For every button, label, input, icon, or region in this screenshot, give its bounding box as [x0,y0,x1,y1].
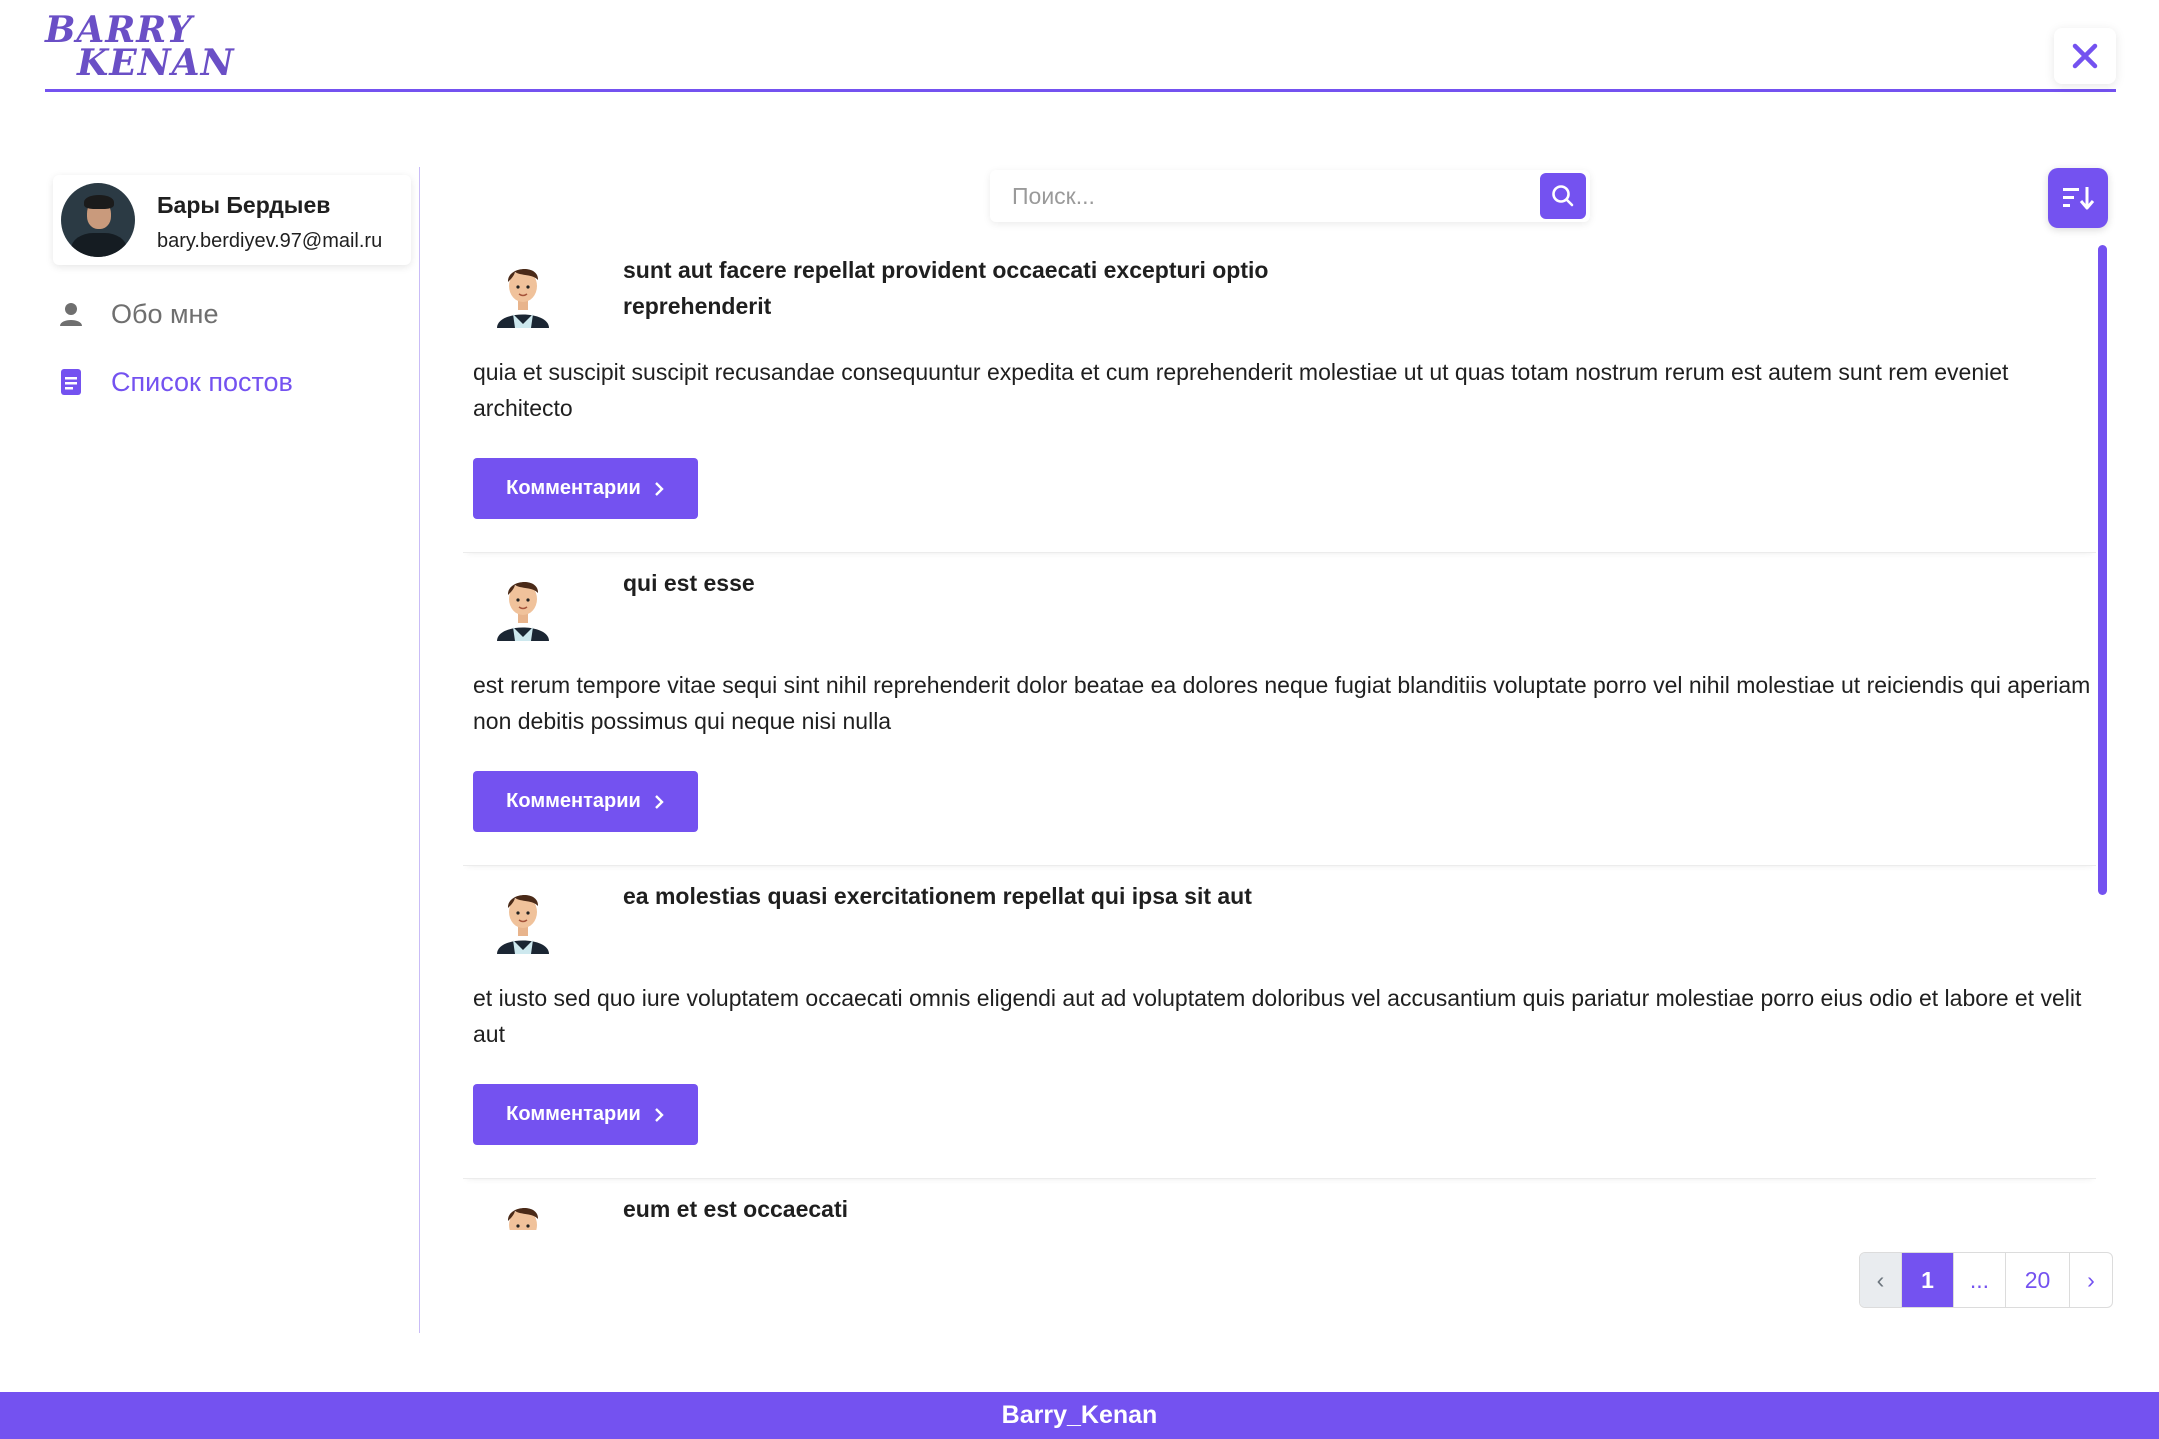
comments-button-label: Комментарии [506,477,641,499]
post-title: eum et est occaecati [623,1196,849,1222]
avatar [61,183,135,257]
search-input[interactable] [990,170,1530,222]
profile-card: Бары Бердыев bary.berdiyev.97@mail.ru [53,175,411,265]
post-card: eum et est occaecati [463,1179,2096,1230]
sort-button[interactable] [2048,168,2108,228]
sort-icon [2063,187,2095,210]
header: BARRY KENAN [45,0,2116,92]
post-title: qui est esse [623,570,755,596]
sidebar-item-posts[interactable]: Список постов [55,362,293,402]
logo[interactable]: BARRY KENAN [45,12,235,86]
pagination-next-button[interactable]: › [2070,1253,2112,1307]
post-card: qui est esse est rerum tempore vitae seq… [463,553,2096,866]
chevron-right-icon [653,1107,665,1123]
post-body: est rerum tempore vitae sequi sint nihil… [473,672,2091,734]
post-author-avatar [487,878,559,954]
pagination-prev-button[interactable]: ‹ [1860,1253,1902,1307]
search-button[interactable] [1540,173,1586,219]
pagination: ‹ 1 ... 20 › [1859,1252,2113,1308]
post-card: sunt aut facere repellat provident occae… [463,240,2096,553]
profile-name: Бары Бердыев [157,192,331,218]
user-icon [55,298,87,330]
comments-button[interactable]: Комментарии [473,458,698,519]
logo-line-2: KENAN [77,42,235,84]
pagination-page-current[interactable]: 1 [1902,1253,1954,1307]
post-card: ea molestias quasi exercitationem repell… [463,866,2096,1179]
comments-button[interactable]: Комментарии [473,1084,698,1145]
scrollbar[interactable] [2098,245,2110,895]
sidebar-item-about[interactable]: Обо мне [55,294,218,334]
footer-text: Barry_Kenan [1001,1401,1158,1429]
pagination-ellipsis[interactable]: ... [1954,1253,2006,1307]
post-body: et iusto sed quo iure voluptatem occaeca… [473,985,2082,1047]
sidebar: Бары Бердыев bary.berdiyev.97@mail.ru Об… [45,167,420,1333]
post-author-avatar [487,1191,559,1230]
search-icon [1552,185,1574,207]
comments-button-label: Комментарии [506,790,641,812]
comments-button[interactable]: Комментарии [473,771,698,832]
close-icon [2072,43,2098,69]
close-button[interactable] [2054,28,2116,84]
sidebar-item-label: Список постов [111,366,293,397]
scrollbar-thumb[interactable] [2098,245,2107,895]
post-author-avatar [487,252,559,328]
footer: Barry_Kenan [0,1392,2159,1439]
search-box [990,170,1590,222]
chevron-right-icon [653,794,665,810]
pagination-page-last[interactable]: 20 [2006,1253,2070,1307]
post-title: sunt aut facere repellat provident occae… [623,257,1269,319]
post-body: quia et suscipit suscipit recusandae con… [473,359,2009,421]
profile-email: bary.berdiyev.97@mail.ru [157,230,383,252]
post-list: sunt aut facere repellat provident occae… [463,240,2096,1230]
post-title: ea molestias quasi exercitationem repell… [623,883,1252,909]
sidebar-item-label: Обо мне [111,298,219,329]
comments-button-label: Комментарии [506,1103,641,1125]
chevron-right-icon [653,481,665,497]
app-root: BARRY KENAN Бары Бердыев bary.berdiyev.9… [0,0,2159,1439]
document-icon [55,366,87,398]
post-author-avatar [487,565,559,641]
